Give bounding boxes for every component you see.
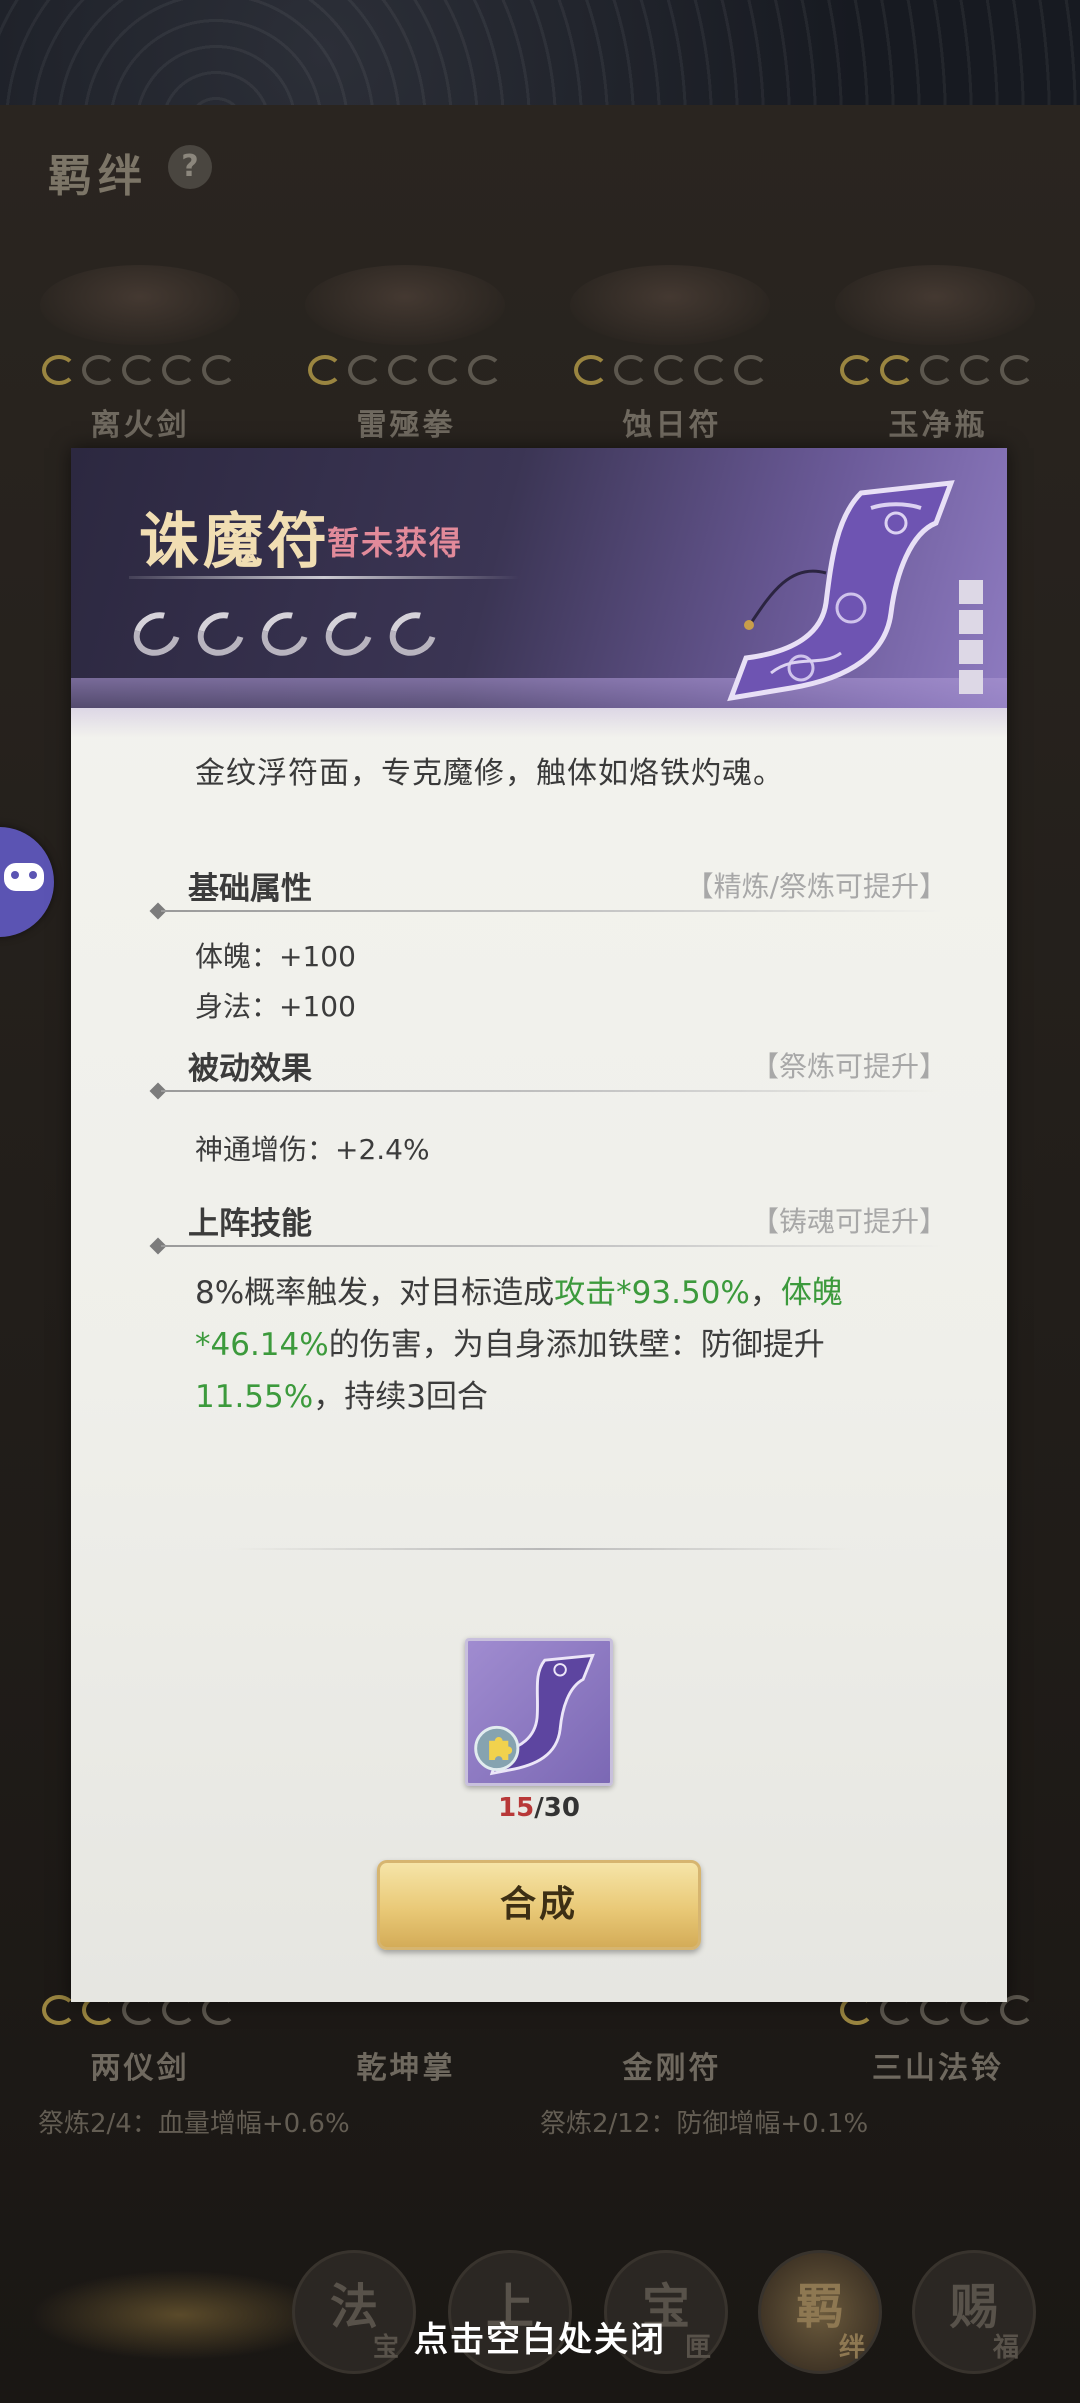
rank-swirl-icon <box>468 355 502 385</box>
fragment-need: /30 <box>534 1793 580 1823</box>
item-name: 雷殛拳 <box>356 408 456 443</box>
rank-icons <box>308 355 502 385</box>
section-divider <box>161 910 941 912</box>
status-badge: 暂未获得 <box>327 524 464 562</box>
page-title: 羁绊 <box>48 151 148 202</box>
rank-swirl-icon <box>308 355 342 385</box>
content-divider <box>231 1548 851 1550</box>
close-hint[interactable]: 点击空白处关闭 <box>0 2312 1080 2361</box>
item-name: 离火剑 <box>90 408 190 443</box>
stat-line: 身法：+100 <box>195 990 356 1023</box>
stat-line: 神通增伤：+2.4% <box>195 1133 430 1166</box>
rank-swirl-icon <box>574 355 608 385</box>
page-indicator-block <box>959 580 983 604</box>
skill-highlight: 11.55% <box>195 1379 314 1415</box>
section-divider <box>161 1245 941 1247</box>
skill-text: ， <box>749 1275 781 1311</box>
rank-swirl-icon <box>960 355 994 385</box>
rank-swirl-icon <box>694 355 728 385</box>
rank-swirl-icon <box>734 355 768 385</box>
item-name: 玉净瓶 <box>888 408 988 443</box>
page-indicator-block <box>959 670 983 694</box>
page-indicator-block <box>959 610 983 634</box>
item-name: 两仪剑 <box>90 2051 190 2086</box>
section-hint-passive: 【祭炼可提升】 <box>750 1050 947 1083</box>
talisman-fragment-icon <box>474 1653 595 1776</box>
rank-swirl-icon <box>42 355 76 385</box>
item-name: 蚀日符 <box>622 408 722 443</box>
rank-swirl-icon <box>428 355 462 385</box>
skill-text: 的伤害，为自身添加铁壁：防御提升 <box>328 1327 825 1363</box>
rank-swirl-icon <box>348 355 382 385</box>
fragment-count: 15/30 <box>465 1793 613 1823</box>
item-name: 金刚符 <box>622 2051 722 2086</box>
page-indicator-block <box>959 640 983 664</box>
skill-description: 8%概率触发，对目标造成攻击*93.50%，体魄*46.14%的伤害，为自身添加… <box>195 1267 895 1423</box>
top-banner <box>0 0 1080 105</box>
fragment-have: 15 <box>498 1793 535 1823</box>
section-hint-base: 【精炼/祭炼可提升】 <box>685 870 947 903</box>
item-art[interactable] <box>570 265 770 345</box>
rank-swirl-icon <box>1000 355 1034 385</box>
rank-swirl-icon <box>920 355 954 385</box>
rank-swirl-icon <box>614 355 648 385</box>
section-title-base: 基础属性 <box>188 871 312 907</box>
help-icon[interactable]: ? <box>168 145 212 189</box>
section-title-passive: 被动效果 <box>188 1051 312 1087</box>
rank-swirl-icon <box>654 355 688 385</box>
section-divider <box>161 1090 941 1092</box>
stat-line: 体魄：+100 <box>195 940 356 973</box>
item-title: 诛魔符 <box>139 507 331 577</box>
skill-text: ，持续3回合 <box>313 1379 488 1415</box>
rank-swirl-icon <box>82 355 116 385</box>
rank-swirl-icon <box>122 355 156 385</box>
item-name: 乾坤掌 <box>356 2051 456 2086</box>
section-title-skill: 上阵技能 <box>188 1206 312 1242</box>
rank-icons <box>840 355 1034 385</box>
craft-button[interactable]: 合成 <box>377 1860 701 1950</box>
rank-icons <box>125 603 445 665</box>
header-divider <box>129 576 519 579</box>
section-hint-skill: 【铸魂可提升】 <box>750 1205 947 1238</box>
side-page-indicator <box>959 580 983 700</box>
item-art[interactable] <box>835 265 1035 345</box>
skill-highlight: 攻击*93.50% <box>554 1275 750 1311</box>
item-art[interactable] <box>305 265 505 345</box>
rank-swirl-icon <box>840 355 874 385</box>
rank-swirl-icon <box>162 355 196 385</box>
talisman-scroll-icon <box>727 480 955 702</box>
item-stat: 祭炼2/4：血量增幅+0.6% <box>38 2109 350 2139</box>
item-stat: 祭炼2/12：防御增幅+0.1% <box>540 2109 869 2139</box>
item-art[interactable] <box>40 265 240 345</box>
rank-icons <box>574 355 768 385</box>
rank-swirl-icon <box>388 355 422 385</box>
gamepad-icon <box>4 863 44 891</box>
rank-icons <box>42 355 236 385</box>
item-name: 三山法铃 <box>872 2051 1004 2086</box>
item-description: 金纹浮符面，专克魔修，触体如烙铁灼魂。 <box>195 756 784 791</box>
rank-swirl-icon <box>202 355 236 385</box>
fragment-item-slot[interactable] <box>465 1638 613 1786</box>
item-detail-modal: 诛魔符 暂未获得 金纹浮符面，专克魔修，触体如烙铁灼魂。 基础属性 【精炼/祭炼… <box>71 448 1007 2002</box>
skill-text: 8%概率触发，对目标造成 <box>195 1275 555 1311</box>
rank-swirl-icon <box>880 355 914 385</box>
